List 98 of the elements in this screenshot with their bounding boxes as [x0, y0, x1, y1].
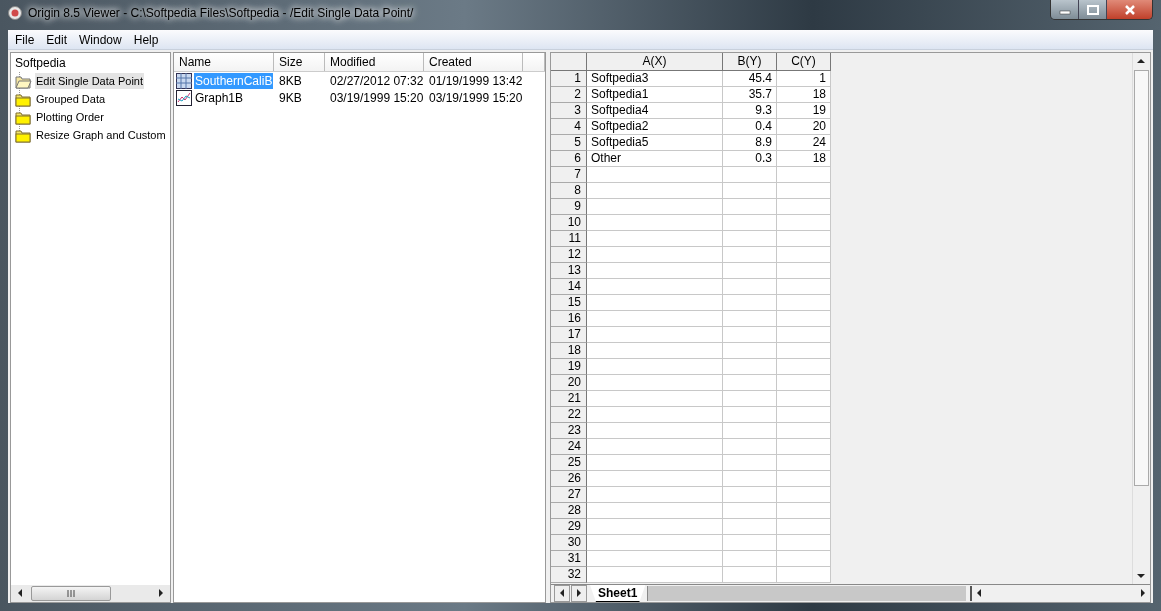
table-cell: 0.3	[723, 151, 777, 167]
column-header[interactable]: Created	[424, 53, 523, 71]
scroll-down-arrow[interactable]	[1137, 573, 1146, 579]
row-number: 4	[551, 119, 587, 135]
row-number: 6	[551, 151, 587, 167]
row-number: 31	[551, 551, 587, 567]
row-number: 27	[551, 487, 587, 503]
row-number: 18	[551, 343, 587, 359]
app-icon	[8, 6, 22, 20]
row-number: 22	[551, 407, 587, 423]
row-number: 12	[551, 247, 587, 263]
table-cell: 18	[777, 87, 831, 103]
table-cell: 8.9	[723, 135, 777, 151]
column-header[interactable]: A(X)	[587, 53, 723, 71]
maximize-button[interactable]	[1078, 0, 1106, 19]
menu-item[interactable]: Help	[127, 32, 165, 47]
row-number: 13	[551, 263, 587, 279]
table-cell: 18	[777, 151, 831, 167]
table-cell: 1	[777, 71, 831, 87]
row-number: 26	[551, 471, 587, 487]
row-number: 3	[551, 103, 587, 119]
row-number: 23	[551, 423, 587, 439]
folder-icon	[15, 91, 32, 107]
row-number: 7	[551, 167, 587, 183]
row-number: 17	[551, 327, 587, 343]
table-cell: 0.4	[723, 119, 777, 135]
row-number: 19	[551, 359, 587, 375]
table-cell: 35.7	[723, 87, 777, 103]
row-number: 30	[551, 535, 587, 551]
scroll-right-arrow[interactable]	[1140, 589, 1146, 598]
row-number: 2	[551, 87, 587, 103]
vertical-scrollbar[interactable]	[1132, 53, 1150, 584]
table-cell-text: 01/19/1999 13:42	[428, 73, 523, 88]
file-name[interactable]: Graph1B	[194, 89, 245, 106]
column-header[interactable]: B(Y)	[723, 53, 777, 71]
header-filler	[523, 53, 545, 71]
row-number: 21	[551, 391, 587, 407]
table-cell-text: 03/19/1999 15:20	[329, 90, 424, 105]
tree-item[interactable]: Grouped Data	[35, 91, 107, 107]
row-number: 1	[551, 71, 587, 87]
table-cell: Other	[587, 151, 723, 167]
table-cell: 9.3	[723, 103, 777, 119]
tree-item[interactable]: Resize Graph and Custom	[35, 127, 167, 143]
folder-icon	[15, 109, 32, 125]
column-header[interactable]: C(Y)	[777, 53, 831, 71]
scrollbar-thumb[interactable]	[31, 586, 111, 601]
graph-icon	[176, 89, 192, 106]
table-cell: Softpedia1	[587, 87, 723, 103]
table-cell: 24	[777, 135, 831, 151]
table-cell: 19	[777, 103, 831, 119]
row-number: 29	[551, 519, 587, 535]
row-number: 20	[551, 375, 587, 391]
header-corner[interactable]	[551, 53, 587, 71]
row-number: 5	[551, 135, 587, 151]
horizontal-scrollbar[interactable]	[11, 585, 170, 602]
row-number: 28	[551, 503, 587, 519]
scroll-up-arrow[interactable]	[1137, 58, 1146, 64]
table-cell-text: 9KB	[278, 90, 303, 105]
table-cell: 20	[777, 119, 831, 135]
worksheet-icon	[176, 72, 192, 89]
table-cell: Softpedia4	[587, 103, 723, 119]
row-number: 8	[551, 183, 587, 199]
scroll-left-arrow[interactable]	[17, 589, 23, 598]
row-number: 16	[551, 311, 587, 327]
table-cell: Softpedia5	[587, 135, 723, 151]
scroll-right-arrow[interactable]	[158, 589, 164, 598]
window-title: Origin 8.5 Viewer - C:\Softpedia Files\Softpedia - /Edit Single Data Point/	[28, 6, 415, 20]
scroll-left-arrow[interactable]	[976, 589, 983, 598]
tree-root[interactable]: Softpedia	[13, 54, 170, 72]
close-button[interactable]	[1106, 0, 1152, 19]
row-number: 11	[551, 231, 587, 247]
row-number: 25	[551, 455, 587, 471]
row-number: 10	[551, 215, 587, 231]
row-number: 15	[551, 295, 587, 311]
table-cell-text: 8KB	[278, 73, 303, 88]
folder-icon	[15, 127, 32, 143]
column-header[interactable]: Size	[274, 53, 325, 71]
row-number: 14	[551, 279, 587, 295]
row-number: 24	[551, 439, 587, 455]
menu-item[interactable]: Window	[73, 32, 128, 47]
close-icon	[1122, 4, 1137, 15]
table-cell: Softpedia2	[587, 119, 723, 135]
scrollbar-thumb[interactable]	[1134, 70, 1149, 486]
table-cell: Softpedia3	[587, 71, 723, 87]
column-header[interactable]: Name	[174, 53, 274, 71]
table-cell-text: 03/19/1999 15:20	[428, 90, 523, 105]
row-number: 9	[551, 199, 587, 215]
sheet-tab[interactable]: Sheet1	[590, 585, 646, 602]
menu-item[interactable]: File	[9, 32, 41, 47]
column-header[interactable]: Modified	[325, 53, 424, 71]
open-folder-icon	[15, 73, 32, 89]
menu-item[interactable]: Edit	[40, 32, 74, 47]
tree-item[interactable]: Edit Single Data Point	[35, 73, 144, 89]
table-cell-text: 02/27/2012 07:32	[329, 73, 424, 88]
maximize-icon	[1085, 4, 1100, 15]
tree-item[interactable]: Plotting Order	[35, 109, 105, 125]
row-number: 32	[551, 567, 587, 583]
table-cell: 45.4	[723, 71, 777, 87]
